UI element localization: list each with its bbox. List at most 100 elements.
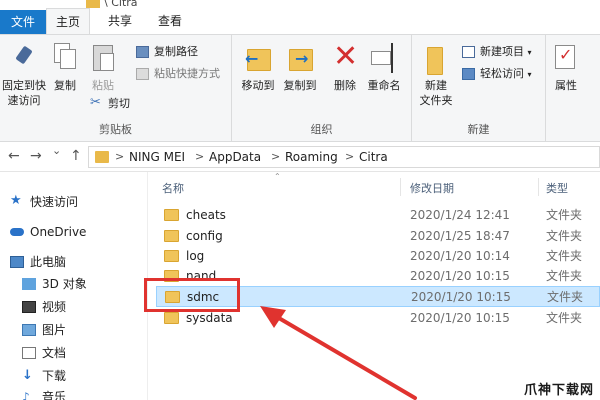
file-row[interactable]: cheats 2020/1/24 12:41 文件夹 <box>156 205 600 226</box>
nav-downloads[interactable]: ↓ 下载 <box>20 366 66 386</box>
paste-shortcut-button[interactable]: 粘贴快捷方式 <box>134 65 220 83</box>
scissors-icon: ✂ <box>90 95 101 110</box>
folder-icon <box>164 230 179 242</box>
easy-access-label: 轻松访问 <box>480 67 524 80</box>
copy-path-icon <box>136 46 149 58</box>
breadcrumb-ning-mei[interactable]: NING MEI <box>129 150 185 164</box>
file-type: 文件夹 <box>546 229 583 243</box>
paste-label: 粘贴 <box>92 79 114 92</box>
nav-pictures[interactable]: 图片 <box>20 320 66 340</box>
file-name: config <box>186 229 223 243</box>
nav-this-pc[interactable]: 此电脑 <box>8 252 66 272</box>
cloud-icon <box>10 228 24 236</box>
organize-group-label: 组织 <box>310 123 333 136</box>
breadcrumb-separator: > <box>195 150 205 163</box>
up-arrow-icon[interactable]: ↑ <box>70 148 82 164</box>
organize-group: ← 移动到 → 复制到 ✕ 删除 重命名 组织 <box>232 35 412 141</box>
paste-shortcut-label: 粘贴快捷方式 <box>154 67 220 80</box>
address-path-box[interactable]: > NING MEI > AppData > Roaming > Citra <box>88 146 600 168</box>
move-to-label: 移动到 <box>241 79 275 92</box>
delete-label: 删除 <box>334 79 356 92</box>
easy-access-icon <box>462 68 475 80</box>
document-icon <box>22 347 36 359</box>
address-folder-icon <box>95 151 109 163</box>
cut-button[interactable]: ✂ 剪切 <box>88 95 130 113</box>
folder-icon <box>164 250 179 262</box>
copy-path-label: 复制路径 <box>154 45 198 58</box>
properties-button[interactable]: ✓ 属性 <box>550 41 582 93</box>
paste-shortcut-icon <box>136 68 149 80</box>
new-item-chevron-down-icon: ▾ <box>527 48 532 57</box>
file-date: 2020/1/20 10:14 <box>410 249 510 263</box>
nav-documents[interactable]: 文档 <box>20 343 66 363</box>
watermark-logo: 爪神下载网 <box>523 383 594 398</box>
open-group: ✓ 属性 <box>546 35 600 141</box>
new-folder-button[interactable]: 新建 文件夹 <box>416 41 456 108</box>
new-group: 新建 文件夹 新建项目 ▾ 轻松访问 ▾ 新建 <box>412 35 546 141</box>
easy-access-button[interactable]: 轻松访问 ▾ <box>460 65 532 83</box>
file-date: 2020/1/20 10:15 <box>410 311 510 325</box>
nav-videos[interactable]: 视频 <box>20 297 66 317</box>
delete-button[interactable]: ✕ 删除 <box>328 41 362 93</box>
move-to-button[interactable]: ← 移动到 <box>238 41 278 93</box>
tab-view[interactable]: 查看 <box>150 8 190 34</box>
column-header-name[interactable]: 名称 <box>162 180 184 196</box>
rename-button[interactable]: 重命名 <box>364 41 404 93</box>
tab-home[interactable]: 主页 <box>46 8 90 34</box>
ribbon: 固定到快 速访问 复制 粘贴 复制路径 粘贴快捷方式 ✂ 剪切 剪贴板 ← 移动… <box>0 34 600 142</box>
copy-to-button[interactable]: → 复制到 <box>280 41 320 93</box>
breadcrumb-appdata[interactable]: AppData <box>209 150 261 164</box>
sort-caret-icon: ⌃ <box>274 172 281 181</box>
nav-documents-label: 文档 <box>42 346 67 360</box>
title-bar: \ Citra 文件 主页 共享 查看 <box>0 0 600 34</box>
folder-icon <box>164 312 179 324</box>
nav-music[interactable]: ♪ 音乐 <box>20 387 66 400</box>
clipboard-group-label: 剪贴板 <box>99 123 132 136</box>
back-arrow-icon[interactable]: ← <box>8 148 20 164</box>
nav-3d-objects[interactable]: 3D 对象 <box>20 274 87 294</box>
cube-icon <box>22 278 36 290</box>
breadcrumb-separator: > <box>271 150 281 163</box>
column-divider <box>538 178 539 196</box>
column-header-date[interactable]: 修改日期 <box>410 180 454 196</box>
file-date: 2020/1/24 12:41 <box>410 208 510 222</box>
nav-quick-access-label: 快速访问 <box>30 195 79 209</box>
copy-icon <box>50 41 80 75</box>
tab-file[interactable]: 文件 <box>0 10 46 34</box>
highlight-box <box>144 278 240 312</box>
new-item-button[interactable]: 新建项目 ▾ <box>460 43 532 61</box>
new-folder-label: 新建 文件夹 <box>419 79 453 107</box>
move-to-icon: ← <box>243 41 273 75</box>
copy-path-button[interactable]: 复制路径 <box>134 43 198 61</box>
paste-button[interactable]: 粘贴 <box>86 41 120 93</box>
file-row[interactable]: config 2020/1/25 18:47 文件夹 <box>156 226 600 247</box>
recent-locations-chevron-down-icon[interactable]: ⌄ <box>52 144 61 157</box>
forward-arrow-icon[interactable]: → <box>30 148 42 164</box>
copy-label: 复制 <box>54 79 76 92</box>
file-date: 2020/1/20 10:15 <box>410 269 510 283</box>
breadcrumb-separator: > <box>115 150 125 163</box>
pin-quick-access-button[interactable]: 固定到快 速访问 <box>0 41 48 108</box>
clipboard-group: 固定到快 速访问 复制 粘贴 复制路径 粘贴快捷方式 ✂ 剪切 剪贴板 <box>0 35 232 141</box>
nav-quick-access[interactable]: ★ 快速访问 <box>8 192 78 212</box>
file-name: log <box>186 249 205 263</box>
annotation-arrow <box>260 306 417 400</box>
rename-icon <box>369 41 399 75</box>
title-folder-icon <box>86 0 100 8</box>
new-folder-icon <box>421 41 451 75</box>
tab-share[interactable]: 共享 <box>100 8 140 34</box>
new-item-icon <box>462 46 475 58</box>
new-item-label: 新建项目 <box>480 45 524 58</box>
column-header-type[interactable]: 类型 <box>546 180 568 196</box>
column-divider <box>400 178 401 196</box>
nav-videos-label: 视频 <box>42 300 67 314</box>
breadcrumb-roaming[interactable]: Roaming <box>285 150 338 164</box>
nav-onedrive[interactable]: OneDrive <box>8 222 86 242</box>
properties-label: 属性 <box>555 79 577 92</box>
file-row[interactable]: log 2020/1/20 10:14 文件夹 <box>156 246 600 267</box>
breadcrumb-citra[interactable]: Citra <box>359 150 388 164</box>
rename-label: 重命名 <box>367 79 401 92</box>
file-date: 2020/1/20 10:15 <box>411 290 511 304</box>
copy-button[interactable]: 复制 <box>50 41 80 93</box>
file-type: 文件夹 <box>546 208 583 222</box>
